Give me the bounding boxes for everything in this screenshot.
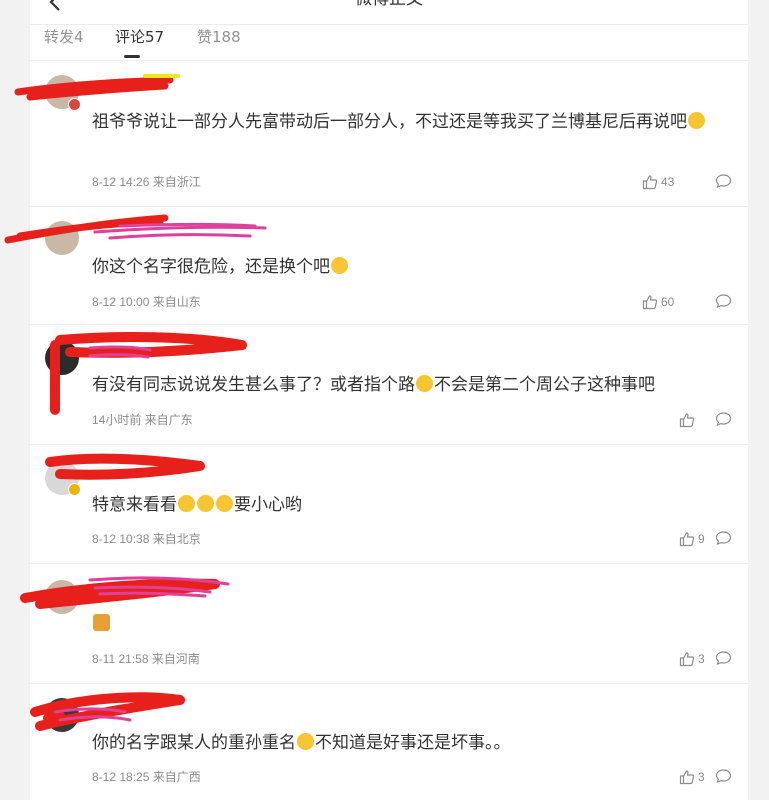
comment-bubble-icon[interactable]	[715, 173, 732, 189]
comment-bubble-icon[interactable]	[715, 530, 732, 546]
thumbs-up-icon	[679, 532, 695, 547]
comment-meta: 8-12 14:26 来自浙江	[92, 175, 201, 189]
like-button[interactable]: 3	[679, 767, 705, 787]
comment-text-part: 不知道是好事还是坏事。。	[315, 733, 511, 753]
comment-text: 你的名字跟某人的重孙重名 不知道是好事还是坏事。。	[92, 729, 732, 757]
verified-badge	[68, 483, 81, 496]
comment-text-part: 不会是第二个周公子这种事吧	[434, 375, 655, 395]
comment-text: 你这个名字很危险，还是换个吧	[92, 253, 732, 281]
comment-actions: 60	[642, 292, 732, 312]
comment-text-part: 要小心哟	[234, 495, 302, 515]
thumbs-up-icon	[679, 770, 695, 785]
comment-meta: 8-12 18:25 来自广西	[92, 770, 201, 784]
active-tab-indicator	[124, 55, 140, 58]
comment-text-part: 特意来看看	[92, 495, 177, 515]
like-button[interactable]: 3	[679, 649, 705, 669]
tab-bar: 转发4 评论57 赞188	[30, 24, 748, 61]
like-count: 3	[698, 770, 705, 784]
comment-list: 祖爷爷说让一部分人先富带动后一部分人，不过还是等我买了兰博基尼后再说吧 8-12…	[30, 60, 748, 794]
comment-meta: 8-12 10:00 来自山东	[92, 295, 201, 309]
sad-emoji-icon	[416, 375, 433, 392]
comment-text: 特意来看看 要小心哟	[92, 491, 732, 519]
comment-bubble-icon[interactable]	[715, 768, 732, 784]
tab-reposts[interactable]: 转发4	[44, 25, 84, 49]
comment-text: 有没有同志说说发生甚么事了？或者指个路 不会是第二个周公子这种事吧	[92, 371, 732, 399]
thumbs-up-icon	[679, 413, 695, 428]
top-bar: 微博正文	[30, 0, 748, 24]
comment-actions: 43	[642, 172, 732, 192]
grin-emoji-icon	[197, 495, 214, 512]
like-count: 43	[661, 175, 675, 189]
smile-emoji-icon	[331, 257, 348, 274]
tab-comments[interactable]: 评论57	[115, 25, 164, 49]
thumbs-up-icon	[642, 295, 658, 310]
comment-item: 你这个名字很危险，还是换个吧 8-12 10:00 来自山东 60	[30, 207, 748, 325]
comment-text-part: 你这个名字很危险，还是换个吧	[92, 257, 330, 277]
comment-bubble-icon[interactable]	[715, 293, 732, 309]
page-title: 微博正文	[30, 0, 748, 10]
comment-meta: 8-11 21:58 来自河南	[92, 652, 200, 666]
thumbs-up-icon	[679, 652, 695, 667]
comment-text: 祖爷爷说让一部分人先富带动后一部分人，不过还是等我买了兰博基尼后再说吧	[92, 108, 732, 136]
comment-bubble-icon[interactable]	[715, 650, 732, 666]
comment-actions: 3	[642, 649, 732, 669]
verified-badge	[68, 98, 81, 111]
like-count: 60	[661, 295, 675, 309]
tab-likes[interactable]: 赞188	[197, 25, 241, 49]
avatar[interactable]	[45, 698, 79, 732]
comment-actions	[642, 410, 732, 430]
crying-emoji-icon	[688, 112, 705, 129]
comment-text	[92, 610, 732, 638]
comment-text-part: 你的名字跟某人的重孙重名	[92, 733, 296, 753]
emoji-sticker-icon	[93, 614, 110, 631]
comment-actions: 9	[642, 529, 732, 549]
avatar[interactable]	[45, 580, 79, 614]
grin-emoji-icon	[216, 495, 233, 512]
like-count: 9	[698, 532, 705, 546]
like-button[interactable]: 9	[679, 529, 705, 549]
comment-text-part: 祖爷爷说让一部分人先富带动后一部分人，不过还是等我买了兰博基尼后再说吧	[92, 112, 687, 132]
like-button[interactable]	[679, 410, 698, 430]
like-button[interactable]: 60	[642, 292, 674, 312]
comment-page: 微博正文 转发4 评论57 赞188 祖爷爷说让一部分人先富带动后一部分人，不过…	[30, 0, 748, 800]
comment-meta: 14小时前 来自广东	[92, 413, 193, 427]
comment-meta: 8-12 10:38 来自北京	[92, 532, 201, 546]
comment-item: 8-11 21:58 来自河南 3	[30, 564, 748, 684]
comment-item: 有没有同志说说发生甚么事了？或者指个路 不会是第二个周公子这种事吧 14小时前 来…	[30, 325, 748, 445]
grin-emoji-icon	[178, 495, 195, 512]
comment-item: 祖爷爷说让一部分人先富带动后一部分人，不过还是等我买了兰博基尼后再说吧 8-12…	[30, 61, 748, 207]
like-count: 3	[698, 652, 705, 666]
comment-item: 你的名字跟某人的重孙重名 不知道是好事还是坏事。。 8-12 18:25 来自广西…	[30, 684, 748, 794]
comment-item: 特意来看看 要小心哟 8-12 10:38 来自北京 9	[30, 445, 748, 564]
comment-text-part: 有没有同志说说发生甚么事了？或者指个路	[92, 375, 415, 395]
like-button[interactable]: 43	[642, 172, 674, 192]
comment-bubble-icon[interactable]	[715, 411, 732, 427]
smile-emoji-icon	[297, 733, 314, 750]
thumbs-up-icon	[642, 175, 658, 190]
comment-actions: 3	[642, 767, 732, 787]
avatar[interactable]	[45, 341, 79, 375]
avatar[interactable]	[45, 221, 79, 255]
